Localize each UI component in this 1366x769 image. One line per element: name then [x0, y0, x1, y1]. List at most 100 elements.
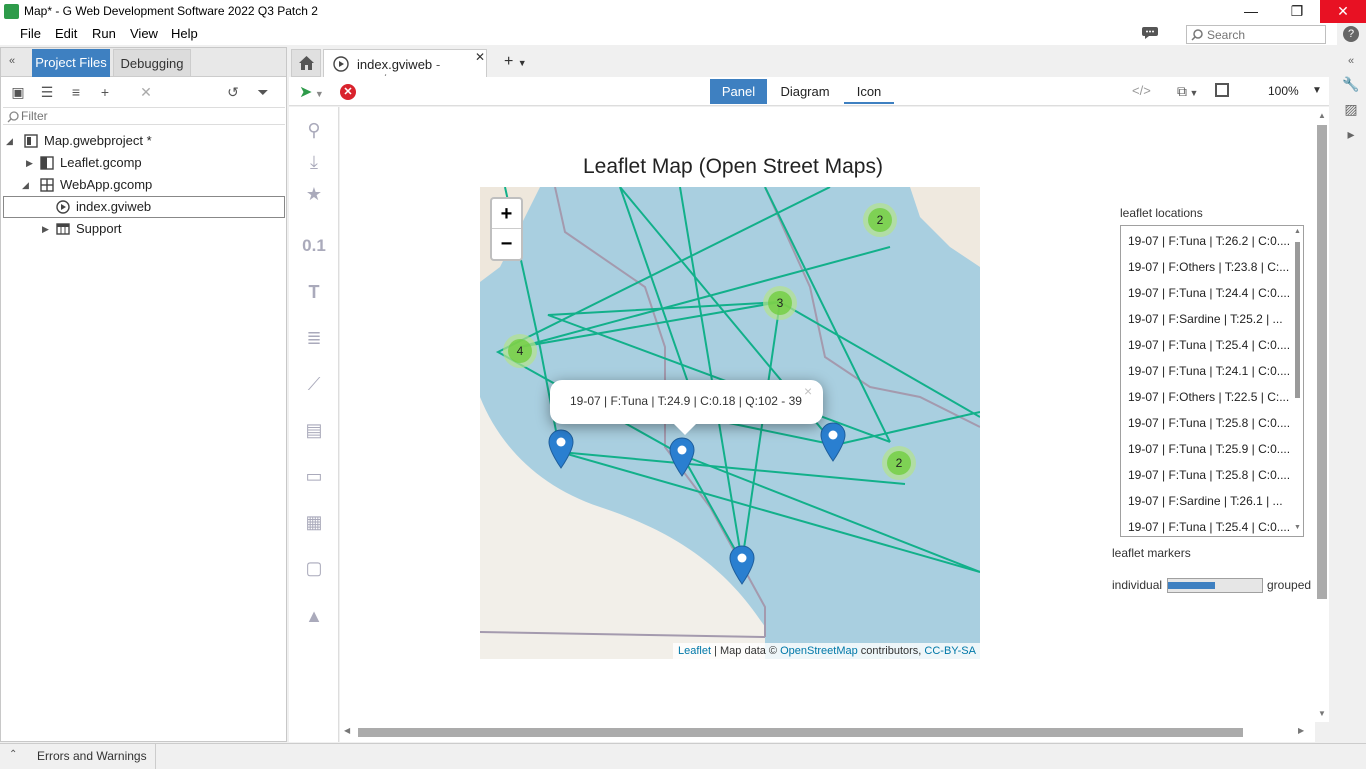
map-marker-icon[interactable]	[669, 437, 695, 477]
menu-edit[interactable]: Edit	[55, 26, 77, 41]
scroll-left-icon[interactable]: ◀	[344, 726, 350, 735]
tree-item-project[interactable]: ◢ Map.gwebproject *	[3, 130, 285, 152]
menu-view[interactable]: View	[130, 26, 158, 41]
expanded-arrow-icon[interactable]: ◢	[6, 130, 13, 152]
expand-pane-icon[interactable]: «	[1341, 51, 1361, 71]
delete-icon[interactable]: ✕	[138, 84, 154, 100]
container-palette-icon[interactable]: ▦	[299, 507, 329, 537]
collapsed-arrow-icon[interactable]: ▶	[42, 218, 49, 240]
marker-cluster[interactable]: 2	[882, 446, 916, 480]
osm-link[interactable]: OpenStreetMap	[780, 645, 858, 657]
list-icon[interactable]: ≡	[68, 84, 84, 100]
list-item[interactable]: 19-07 | F:Others | T:23.8 | C:...	[1128, 254, 1289, 280]
scroll-right-icon[interactable]: ▶	[1298, 726, 1304, 735]
scroll-down-icon[interactable]: ▼	[1318, 709, 1326, 718]
download-icon[interactable]: ⤓	[299, 147, 329, 177]
run-circle-icon[interactable]: ▸	[1341, 124, 1361, 144]
locations-listbox[interactable]: 19-07 | F:Tuna | T:26.2 | C:0.... 19-07 …	[1120, 225, 1304, 537]
horizontal-scrollbar[interactable]: ◀ ▶	[340, 722, 1315, 742]
tab-project-files[interactable]: Project Files	[32, 49, 110, 77]
popup-close-icon[interactable]: ×	[804, 383, 812, 399]
tree-item-webapp[interactable]: ◢ WebApp.gcomp	[3, 174, 285, 196]
marker-cluster[interactable]: 3	[763, 286, 797, 320]
table-palette-icon[interactable]: ▤	[299, 415, 329, 445]
list-item[interactable]: 19-07 | F:Sardine | T:26.1 | ...	[1128, 488, 1283, 514]
close-tab-icon[interactable]: ✕	[475, 50, 485, 64]
list-item[interactable]: 19-07 | F:Sardine | T:25.2 | ...	[1128, 306, 1283, 332]
list-item[interactable]: 19-07 | F:Others | T:22.5 | C:...	[1128, 384, 1289, 410]
menu-help[interactable]: Help	[171, 26, 198, 41]
menu-run[interactable]: Run	[92, 26, 116, 41]
menu-file[interactable]: File	[20, 26, 41, 41]
markers-toggle[interactable]	[1167, 578, 1263, 593]
feedback-icon[interactable]	[1142, 26, 1160, 40]
restore-button[interactable]: ❐	[1274, 0, 1320, 23]
image-icon[interactable]: ▨	[1341, 99, 1361, 119]
list-item[interactable]: 19-07 | F:Tuna | T:25.8 | C:0....	[1128, 410, 1290, 436]
zoom-out-button[interactable]: −	[492, 229, 521, 259]
filter-box[interactable]	[3, 107, 285, 125]
license-link[interactable]: CC-BY-SA	[924, 645, 976, 657]
search-input[interactable]	[1207, 26, 1325, 43]
collapsed-arrow-icon[interactable]: ▶	[26, 152, 33, 174]
minimize-button[interactable]: —	[1228, 0, 1274, 23]
expand-arrow-icon[interactable]: ⌃	[9, 749, 17, 760]
home-tab[interactable]	[291, 49, 321, 77]
string-palette-icon[interactable]: ≣	[299, 323, 329, 353]
boolean-palette-icon[interactable]: T	[299, 277, 329, 307]
list-item[interactable]: 19-07 | F:Tuna | T:25.4 | C:0....	[1128, 332, 1290, 358]
tab-icon[interactable]: Icon	[844, 79, 894, 104]
search-field[interactable]	[1186, 25, 1326, 44]
filter-icon[interactable]: ⏷	[255, 84, 271, 100]
numeric-palette-icon[interactable]: 0.1	[299, 231, 329, 261]
zoom-in-button[interactable]: +	[492, 199, 521, 229]
list-scrollbar[interactable]: ▲ ▼	[1293, 226, 1303, 536]
list-tree-icon[interactable]: ☰	[39, 84, 55, 100]
map-marker-icon[interactable]	[820, 422, 846, 462]
map-marker-icon[interactable]	[729, 545, 755, 585]
favorites-star-icon[interactable]: ★	[299, 179, 329, 209]
shapes-palette-icon[interactable]: ▲	[299, 601, 329, 631]
tab-diagram[interactable]: Diagram	[769, 79, 841, 104]
list-item[interactable]: 19-07 | F:Tuna | T:25.4 | C:0....	[1128, 514, 1290, 536]
wrench-icon[interactable]: 🔧	[1341, 74, 1361, 94]
dropdown-palette-icon[interactable]: ▭	[299, 461, 329, 491]
list-item[interactable]: 19-07 | F:Tuna | T:25.9 | C:0....	[1128, 436, 1290, 462]
scroll-up-icon[interactable]: ▲	[1294, 228, 1301, 235]
marker-cluster[interactable]: 4	[503, 334, 537, 368]
close-window-button[interactable]: ✕	[1320, 0, 1366, 23]
code-icon[interactable]: </>	[1132, 83, 1151, 98]
collapse-pane-icon[interactable]: «	[9, 55, 15, 67]
map-marker-icon[interactable]	[548, 429, 574, 469]
tree-item-support[interactable]: ▶ Support	[3, 218, 285, 240]
search-palette-icon[interactable]: ⚲	[299, 115, 329, 145]
scroll-thumb[interactable]	[1317, 125, 1327, 599]
list-item[interactable]: 19-07 | F:Tuna | T:24.4 | C:0....	[1128, 280, 1290, 306]
align-icon[interactable]: ⧉ ▼	[1177, 83, 1198, 100]
scroll-up-icon[interactable]: ▲	[1318, 111, 1326, 120]
leaflet-link[interactable]: Leaflet	[678, 645, 711, 657]
graph-palette-icon[interactable]: ⟋	[299, 369, 329, 399]
list-item[interactable]: 19-07 | F:Tuna | T:26.2 | C:0....	[1128, 228, 1290, 254]
tree-item-index[interactable]: index.gviweb	[3, 196, 285, 218]
expanded-arrow-icon[interactable]: ◢	[22, 174, 29, 196]
add-icon[interactable]: +	[97, 84, 113, 100]
tab-control-palette-icon[interactable]: ▢	[299, 553, 329, 583]
refresh-icon[interactable]: ↺	[225, 84, 241, 100]
scroll-thumb[interactable]	[1295, 242, 1300, 398]
scroll-down-icon[interactable]: ▼	[1294, 524, 1301, 531]
abort-icon[interactable]: ✕	[340, 84, 356, 100]
errors-warnings-tab[interactable]: ⌃ Errors and Warnings	[0, 744, 156, 769]
add-tab-button[interactable]: + ▼	[504, 53, 527, 71]
chevron-down-icon[interactable]: ▼	[1312, 85, 1322, 96]
save-icon[interactable]: ▣	[10, 84, 26, 100]
vertical-scrollbar[interactable]: ▲ ▼	[1315, 107, 1329, 722]
filter-input[interactable]	[21, 108, 271, 124]
marker-cluster[interactable]: 2	[863, 203, 897, 237]
tab-debugging[interactable]: Debugging	[113, 49, 191, 77]
help-icon[interactable]: ?	[1343, 26, 1359, 42]
run-icon[interactable]: ➤ ▼	[299, 82, 324, 102]
tab-panel[interactable]: Panel	[710, 79, 767, 104]
list-item[interactable]: 19-07 | F:Tuna | T:25.8 | C:0....	[1128, 462, 1290, 488]
tab-index-gviweb[interactable]: index.gviweb - running ✕	[323, 49, 487, 87]
